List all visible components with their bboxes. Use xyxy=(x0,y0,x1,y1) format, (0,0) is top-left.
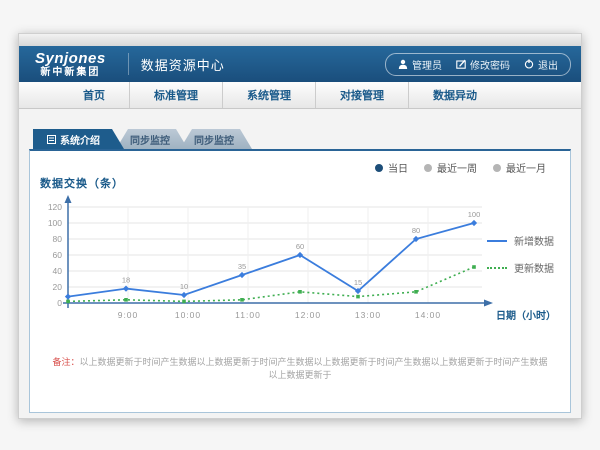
chart-panel: 当日 最近一周 最近一月 数据交换（条） 0 20 40 60 80 100 120 9:00… xyxy=(29,149,571,413)
logo-text: Synjones xyxy=(35,51,106,66)
svg-text:100: 100 xyxy=(48,218,62,228)
user-icon xyxy=(398,59,408,69)
nav-item-home[interactable]: 首页 xyxy=(59,82,129,108)
svg-text:60: 60 xyxy=(296,242,304,251)
svg-text:14:00: 14:00 xyxy=(415,310,441,320)
edit-icon xyxy=(456,59,466,69)
tab-label: 同步监控 xyxy=(194,132,234,147)
radio-last-month[interactable]: 最近一月 xyxy=(493,160,546,175)
radio-last-week[interactable]: 最近一周 xyxy=(424,160,477,175)
time-range-filter: 当日 最近一周 最近一月 xyxy=(375,160,546,175)
svg-text:12:00: 12:00 xyxy=(295,310,321,320)
nav-item-data-change[interactable]: 数据异动 xyxy=(408,82,501,108)
radio-dot-icon xyxy=(424,164,432,172)
nav-item-standard-mgmt[interactable]: 标准管理 xyxy=(129,82,222,108)
line-chart: 0 20 40 60 80 100 120 9:00 10:00 11:00 12:00 13:00 1… xyxy=(38,193,558,336)
svg-text:60: 60 xyxy=(53,250,63,260)
footer-note-prefix: 备注： xyxy=(52,357,79,367)
radio-dot-icon xyxy=(375,164,383,172)
svg-text:11:00: 11:00 xyxy=(235,310,261,320)
radio-last-month-label: 最近一月 xyxy=(506,160,546,175)
change-password-button[interactable]: 修改密码 xyxy=(456,57,510,72)
radio-dot-icon xyxy=(493,164,501,172)
line-chart-svg: 0 20 40 60 80 100 120 9:00 10:00 11:00 12:00 13:00 1… xyxy=(38,193,558,331)
tab-sync-monitor-1[interactable]: 同步监控 xyxy=(116,129,188,149)
logout-label: 退出 xyxy=(538,57,558,72)
svg-text:100: 100 xyxy=(468,210,481,219)
change-password-label: 修改密码 xyxy=(470,57,510,72)
logout-button[interactable]: 退出 xyxy=(524,57,558,72)
svg-text:18: 18 xyxy=(122,276,130,285)
page-title: 数据资源中心 xyxy=(141,55,225,74)
tab-label: 系统介绍 xyxy=(60,132,100,147)
svg-text:80: 80 xyxy=(53,234,63,244)
content-area: 系统介绍 同步监控 同步监控 当日 最近一周 xyxy=(19,109,581,420)
company-logo: Synjones 新中新集团 xyxy=(35,51,106,78)
svg-text:40: 40 xyxy=(53,266,63,276)
svg-text:15: 15 xyxy=(354,278,362,287)
svg-text:20: 20 xyxy=(53,282,63,292)
radio-today-label: 当日 xyxy=(388,160,408,175)
header-divider xyxy=(128,53,129,75)
app-window: Synjones 新中新集团 数据资源中心 管理员 修改密码 退出 首页 标准管… xyxy=(18,33,582,419)
tab-sync-monitor-2[interactable]: 同步监控 xyxy=(180,129,252,149)
chart-legend: 新增数据 更新数据 xyxy=(487,233,554,275)
tab-label: 同步监控 xyxy=(130,132,170,147)
app-header: Synjones 新中新集团 数据资源中心 管理员 修改密码 退出 xyxy=(19,46,581,82)
radio-today[interactable]: 当日 xyxy=(375,160,408,175)
legend-updated-data[interactable]: 更新数据 xyxy=(487,260,554,275)
svg-text:日期（小时）: 日期（小时） xyxy=(496,309,556,322)
blue-line-icon xyxy=(487,240,507,242)
radio-last-week-label: 最近一周 xyxy=(437,160,477,175)
nav-item-interface-mgmt[interactable]: 对接管理 xyxy=(315,82,408,108)
document-icon xyxy=(47,135,56,144)
window-top-strip xyxy=(19,34,581,46)
svg-text:80: 80 xyxy=(412,226,420,235)
main-nav: 首页 标准管理 系统管理 对接管理 数据异动 xyxy=(19,82,581,109)
svg-text:10: 10 xyxy=(180,282,188,291)
nav-item-system-mgmt[interactable]: 系统管理 xyxy=(222,82,315,108)
svg-text:9:00: 9:00 xyxy=(118,310,139,320)
footer-note: 备注：以上数据更新于时间产生数据以上数据更新于时间产生数据以上数据更新于时间产生… xyxy=(30,355,570,381)
y-axis-title: 数据交换（条） xyxy=(40,175,124,191)
svg-text:35: 35 xyxy=(238,262,246,271)
power-icon xyxy=(524,59,534,69)
admin-user-label: 管理员 xyxy=(412,57,442,72)
svg-text:10:00: 10:00 xyxy=(175,310,201,320)
admin-user-button[interactable]: 管理员 xyxy=(398,57,442,72)
logo-subtext: 新中新集团 xyxy=(40,68,100,78)
svg-text:13:00: 13:00 xyxy=(355,310,381,320)
svg-text:120: 120 xyxy=(48,202,62,212)
tab-bar: 系统介绍 同步监控 同步监控 xyxy=(29,129,571,149)
legend-updated-data-label: 更新数据 xyxy=(514,260,554,275)
user-menu: 管理员 修改密码 退出 xyxy=(385,53,571,76)
green-dotted-line-icon xyxy=(487,267,507,269)
footer-note-text: 以上数据更新于时间产生数据以上数据更新于时间产生数据以上数据更新于时间产生数据以… xyxy=(80,357,548,380)
svg-text:0: 0 xyxy=(57,298,62,308)
tab-system-intro[interactable]: 系统介绍 xyxy=(33,129,124,149)
legend-new-data-label: 新增数据 xyxy=(514,233,554,248)
legend-new-data[interactable]: 新增数据 xyxy=(487,233,554,248)
